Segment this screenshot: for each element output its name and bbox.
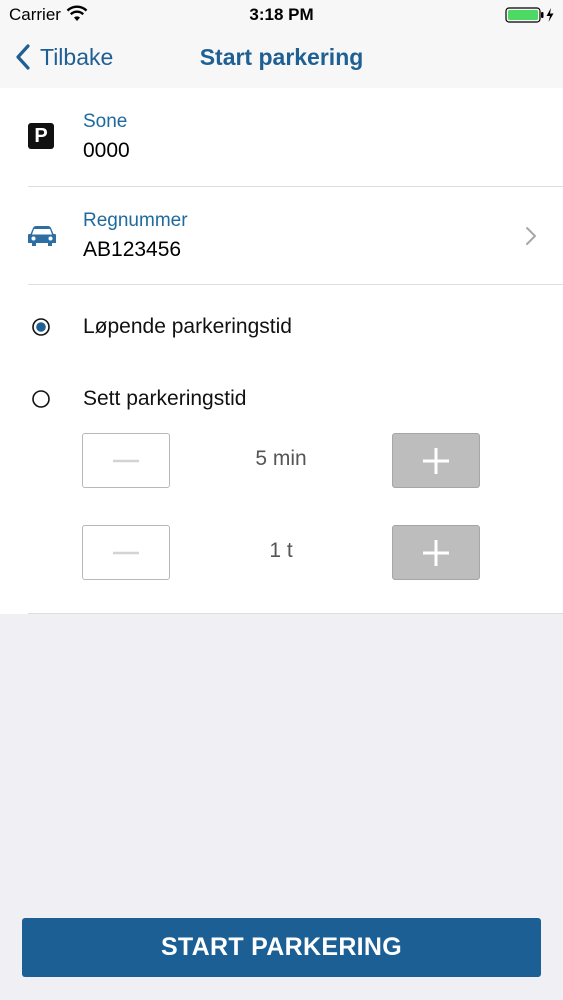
minus-icon [113,459,139,463]
chevron-right-icon [526,227,536,245]
minutes-stepper: 5 min [0,433,563,489]
minus-icon [113,551,139,555]
radio-unselected-icon[interactable] [32,390,50,408]
start-parking-button[interactable]: START PARKERING [22,918,541,977]
increase-minutes-button[interactable] [392,433,480,488]
increase-hours-button[interactable] [392,525,480,580]
decrease-minutes-button[interactable] [82,433,170,488]
battery-icon [505,7,554,23]
registration-value: AB123456 [83,238,182,261]
divider [28,284,563,285]
clock: 3:18 PM [249,5,314,24]
zone-row: P Sone 0000 [0,88,563,186]
registration-row[interactable]: Regnummer AB123456 [0,187,563,284]
charging-bolt-icon [546,8,554,22]
hours-stepper: 1 t [0,525,563,581]
zone-label: Sone [83,111,128,132]
option-continuous-time[interactable]: Løpende parkeringstid [0,304,563,350]
navigation-bar: Tilbake Start parkering [0,30,563,88]
divider [28,613,563,614]
decrease-hours-button[interactable] [82,525,170,580]
plus-icon [423,448,449,474]
radio-selected-icon[interactable] [32,318,50,336]
option-label: Løpende parkeringstid [83,315,292,338]
plus-icon [423,540,449,566]
registration-label: Regnummer [83,210,188,231]
minutes-value: 5 min [255,447,307,470]
car-icon [28,226,56,246]
status-bar: Carrier 3:18 PM [0,0,563,30]
page-title: Start parkering [199,44,364,70]
option-label: Sett parkeringstid [83,387,247,410]
hours-value: 1 t [269,539,293,562]
parking-icon: P [28,123,54,149]
option-set-time[interactable]: Sett parkeringstid [0,376,563,422]
zone-value: 0000 [83,139,130,162]
parking-form: P Sone 0000 Regnummer AB123456 Løpende p… [0,88,563,614]
